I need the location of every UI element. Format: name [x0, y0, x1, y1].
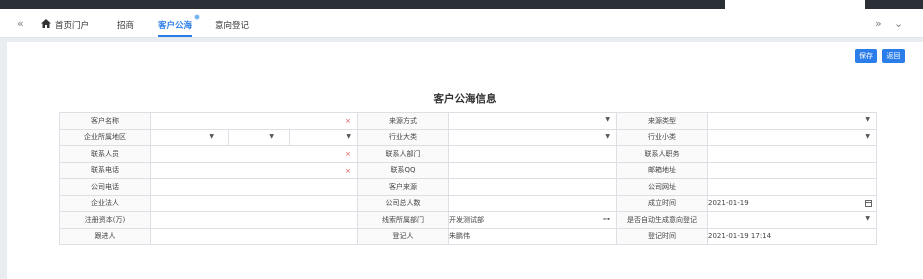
- source-type-label: 来源类型: [616, 112, 708, 130]
- registrar-label: 登记人: [357, 227, 449, 245]
- tab-home-portal[interactable]: 首页门户: [55, 19, 89, 31]
- more-tabs-button[interactable]: »: [875, 17, 882, 30]
- region-divider: [228, 129, 229, 145]
- district-chevron-down-icon[interactable]: ▼: [346, 133, 351, 140]
- form-row: 注册资本(万) 线索所属部门 开发测试部 ⊶ 是否自动生成意向登记 ▼: [59, 211, 877, 229]
- tab-intent-registration[interactable]: 意向登记: [215, 19, 249, 31]
- industry-major-label: 行业大类: [357, 128, 449, 146]
- back-button[interactable]: 返回: [882, 49, 905, 63]
- reg-capital-field[interactable]: [150, 211, 358, 229]
- source-method-label: 来源方式: [357, 112, 449, 130]
- customer-source-label: 客户来源: [357, 178, 449, 196]
- contact-person-field[interactable]: ×: [150, 145, 358, 163]
- save-button[interactable]: 保存: [855, 49, 877, 63]
- reg-time-value: 2021-01-19 17:14: [708, 232, 772, 241]
- page-title: 客户公海信息: [433, 93, 497, 105]
- company-phone-label: 公司电话: [59, 178, 151, 196]
- form-row: 联系电话 × 联系QQ 邮箱地址: [59, 161, 877, 179]
- tab-close-icon[interactable]: [194, 14, 200, 20]
- lead-dept-value: 开发测试部: [449, 215, 485, 224]
- top-bar-highlight: [725, 0, 865, 9]
- reg-time-field: 2021-01-19 17:14: [707, 227, 877, 245]
- auto-intent-label: 是否自动生成意向登记: [616, 211, 708, 229]
- region-selects: ▼ ▼ ▼: [150, 128, 358, 146]
- email-label: 邮箱地址: [616, 161, 708, 179]
- company-website-field[interactable]: [707, 178, 877, 196]
- form-row: 客户名称 × 来源方式 ▼ 来源类型 ▼: [59, 112, 877, 130]
- customer-name-label: 客户名称: [59, 112, 151, 130]
- customer-form: 客户名称 × 来源方式 ▼ 来源类型 ▼ 企业所属地区 ▼ ▼ ▼ 行业大类 ▼…: [59, 112, 877, 245]
- headcount-label: 公司总人数: [357, 194, 449, 212]
- required-icon: ×: [345, 166, 351, 175]
- lead-dept-field[interactable]: 开发测试部 ⊶: [448, 211, 617, 229]
- founded-label: 成立时间: [616, 194, 708, 212]
- source-method-select[interactable]: ▼: [448, 112, 617, 130]
- required-icon: ×: [345, 117, 351, 125]
- form-row: 企业法人 公司总人数 成立时间 2021-01-19: [59, 194, 877, 212]
- chevron-down-icon: ▼: [865, 215, 870, 222]
- tab-customer-pool[interactable]: 客户公海: [158, 19, 193, 37]
- reg-time-label: 登记时间: [616, 227, 708, 245]
- form-row: 联系人员 × 联系人部门 联系人职务: [59, 145, 877, 163]
- source-type-select[interactable]: ▼: [707, 112, 877, 130]
- registrar-value: 朱鹏伟: [449, 232, 471, 241]
- industry-minor-select[interactable]: ▼: [707, 128, 877, 146]
- province-chevron-down-icon[interactable]: ▼: [209, 133, 214, 140]
- customer-name-field[interactable]: ×: [150, 112, 358, 130]
- tab-investment[interactable]: 招商: [117, 19, 134, 31]
- contact-title-label: 联系人职务: [616, 145, 708, 163]
- region-divider: [289, 129, 290, 145]
- region-label: 企业所属地区: [59, 128, 151, 146]
- org-tree-icon[interactable]: ⊶: [603, 215, 610, 223]
- home-icon: [41, 19, 51, 28]
- contact-qq-field[interactable]: [448, 161, 617, 179]
- required-icon: ×: [345, 150, 351, 158]
- follower-label: 跟进人: [59, 227, 151, 245]
- tab-bar: « 首页门户 招商 客户公海 意向登记 » ⌄: [0, 9, 923, 38]
- tabs-dropdown-icon[interactable]: ⌄: [894, 17, 903, 30]
- company-website-label: 公司网址: [616, 178, 708, 196]
- form-row: 企业所属地区 ▼ ▼ ▼ 行业大类 ▼ 行业小类 ▼: [59, 128, 877, 146]
- legal-person-field[interactable]: [150, 194, 358, 212]
- contact-dept-label: 联系人部门: [357, 145, 449, 163]
- industry-major-select[interactable]: ▼: [448, 128, 617, 146]
- chevron-down-icon: ▼: [605, 132, 610, 140]
- founded-date-field[interactable]: 2021-01-19: [707, 194, 877, 212]
- contact-title-field[interactable]: [707, 145, 877, 163]
- contact-phone-field[interactable]: ×: [150, 161, 358, 179]
- form-row: 跟进人 登记人 朱鹏伟 登记时间 2021-01-19 17:14: [59, 227, 877, 245]
- calendar-icon[interactable]: [865, 199, 872, 207]
- main-content: 保存 返回 客户公海信息 客户名称 × 来源方式 ▼ 来源类型 ▼ 企业所属地区…: [7, 42, 923, 279]
- chevron-down-icon: ▼: [605, 116, 610, 123]
- legal-person-label: 企业法人: [59, 194, 151, 212]
- auto-intent-select[interactable]: ▼: [707, 211, 877, 229]
- contact-dept-field[interactable]: [448, 145, 617, 163]
- form-row: 公司电话 客户来源 公司网址: [59, 178, 877, 196]
- industry-minor-label: 行业小类: [616, 128, 708, 146]
- headcount-field[interactable]: [448, 194, 617, 212]
- contact-person-label: 联系人员: [59, 145, 151, 163]
- city-chevron-down-icon[interactable]: ▼: [269, 133, 274, 140]
- chevron-down-icon: ▼: [865, 116, 870, 123]
- reg-capital-label: 注册资本(万): [59, 211, 151, 229]
- lead-dept-label: 线索所属部门: [357, 211, 449, 229]
- contact-phone-label: 联系电话: [59, 161, 151, 179]
- company-phone-field[interactable]: [150, 178, 358, 196]
- chevron-down-icon: ▼: [865, 132, 870, 140]
- customer-source-field[interactable]: [448, 178, 617, 196]
- registrar-field: 朱鹏伟: [448, 227, 617, 245]
- window-top-bar: [0, 0, 923, 9]
- founded-value: 2021-01-19: [708, 199, 749, 208]
- email-field[interactable]: [707, 161, 877, 179]
- collapse-tabs-button[interactable]: «: [17, 17, 24, 30]
- follower-field[interactable]: [150, 227, 358, 245]
- contact-qq-label: 联系QQ: [357, 161, 449, 179]
